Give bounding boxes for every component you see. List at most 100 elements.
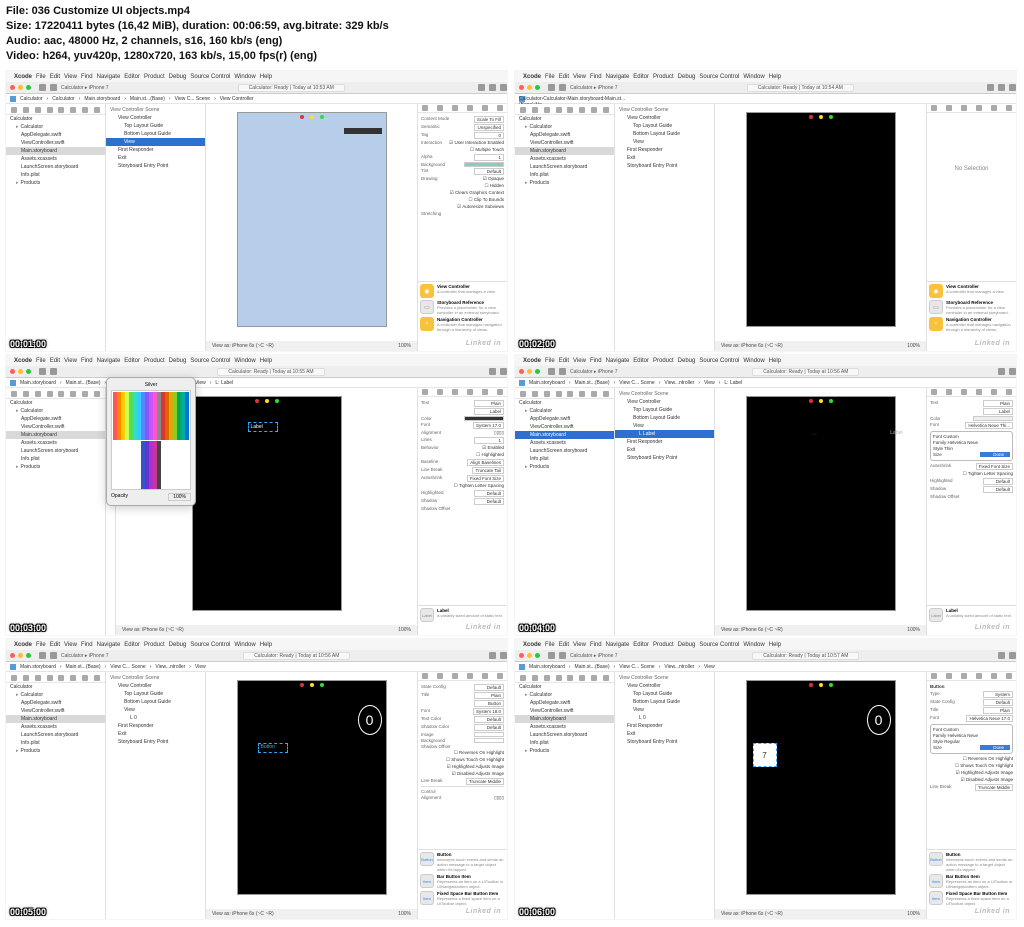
resize-handle[interactable]: ◦ ◦ ◦ [812,432,817,436]
minimize-icon[interactable] [527,369,532,374]
outline-item[interactable]: Storyboard Entry Point [615,162,714,170]
image-field[interactable] [474,732,504,737]
menu-window[interactable]: Window [234,74,255,80]
close-icon[interactable] [10,85,15,90]
color-well[interactable] [464,416,504,421]
tint-select[interactable]: Default [474,168,504,175]
dai-checkbox[interactable]: ☑ Disabled Adjusts Image [961,777,1013,783]
font-field[interactable]: Helvetica Neue Thi... [965,422,1013,429]
inspector-tab-icon[interactable] [961,105,967,111]
linebreak-select[interactable]: Truncate Tail [472,467,504,474]
scene-min-icon[interactable] [310,115,314,119]
outline-item[interactable]: First Responder [615,722,714,730]
nav-tab-icon[interactable] [47,107,53,113]
minimize-icon[interactable] [18,85,23,90]
nav-tab-icon[interactable] [23,107,29,113]
inspector-tab-icon[interactable] [467,673,473,679]
storyboard-canvas[interactable]: 0 7 View as: iPhone 6s (~C ~R)100% [715,672,926,919]
panel-toggle-icon[interactable] [500,84,507,91]
inspector-tab-icon[interactable] [991,105,997,111]
panel-toggle-icon[interactable] [1009,368,1016,375]
alignment-control[interactable]: ▯▯▯▯ [494,795,504,801]
run-button[interactable] [39,368,46,375]
inspector-tab-icon[interactable] [452,673,458,679]
nav-project[interactable]: Calculator [515,115,614,123]
text-field[interactable]: Label [474,408,504,415]
nav-tab-icon[interactable] [556,107,562,113]
shadow-color-select[interactable]: Default [474,724,504,731]
tls-checkbox[interactable]: ☐ Tighten Letter Spacing [454,483,504,489]
inspector-tab-icon[interactable] [946,673,952,679]
outline-scene[interactable]: View Controller Scene [615,106,714,114]
panel-toggle-icon[interactable] [500,368,507,375]
inspector-tab-icon[interactable] [467,389,473,395]
app-name[interactable]: Xcode [14,358,32,364]
nav-folder[interactable]: Products [6,463,105,471]
nav-tab-icon[interactable] [47,675,53,681]
zoom-label[interactable]: 100% [398,627,411,633]
nav-tab-icon[interactable] [603,107,609,113]
outline-item[interactable]: First Responder [615,146,714,154]
shadow-color[interactable]: Default [474,498,504,505]
nav-item[interactable]: LaunchScreen.storyboard [6,447,105,455]
outline-item[interactable]: Exit [615,730,714,738]
outline-item[interactable]: Bottom Layout Guide [615,130,714,138]
inspector-tab-icon[interactable] [991,673,997,679]
outline-item[interactable]: View [615,706,714,714]
scheme-selector[interactable]: Calculator ▸ iPhone 7 [61,85,109,91]
outline-item[interactable]: First Responder [106,146,205,154]
outline-item[interactable]: Bottom Layout Guide [615,414,714,422]
view-as-label[interactable]: View as: iPhone 6s (~C ~R) [721,627,783,633]
inspector-tab-icon[interactable] [452,389,458,395]
app-name[interactable]: Xcode [14,74,32,80]
zoom-icon[interactable] [535,85,540,90]
tls-checkbox[interactable]: ☐ Tighten Letter Spacing [963,471,1013,477]
pencil-swatch[interactable] [185,392,189,440]
nav-tab-icon[interactable] [58,391,64,397]
storyboard-canvas[interactable]: View as: iPhone 6s (~C ~R)100% [715,104,926,351]
editor-mode-icon[interactable] [478,84,485,91]
nav-tab-icon[interactable] [556,391,562,397]
nav-tab-icon[interactable] [82,675,88,681]
lib-item[interactable]: ◉View ControllerA controller that manage… [420,284,505,298]
lib-item[interactable]: LabelLabelA variably sized amount of sta… [420,608,505,622]
selected-button[interactable]: Button [258,743,288,753]
scene-zoom-icon[interactable] [320,115,324,119]
pencil-swatch[interactable] [157,441,161,489]
scene-close-icon[interactable] [809,115,813,119]
menu-debug[interactable]: Debug [169,74,187,80]
scheme-selector[interactable]: Calculator ▸ iPhone 7 [570,653,618,659]
state-select[interactable]: Default [474,684,504,691]
close-icon[interactable] [519,369,524,374]
nav-folder[interactable]: Products [6,747,105,755]
content-mode-select[interactable]: Scale To Fill [474,116,504,123]
outline-item[interactable]: First Responder [615,438,714,446]
nav-tab-icon[interactable] [567,391,573,397]
nav-item-selected[interactable]: Main.storyboard [6,715,105,723]
scene-zoom-icon[interactable] [829,115,833,119]
inspector-tab-icon[interactable] [946,105,952,111]
inspector-tab-icon[interactable] [497,105,503,111]
app-name[interactable]: Xcode [523,358,541,364]
done-button[interactable]: Done [980,452,1010,457]
lib-item[interactable]: LabelLabelA variably sized amount of sta… [929,608,1014,622]
font-custom-select[interactable]: Font Custom [933,727,1010,732]
scene-min-icon[interactable] [819,399,823,403]
bg-field[interactable] [474,738,504,743]
type-select[interactable]: System [983,691,1013,698]
outline-item[interactable]: Exit [615,154,714,162]
stop-button[interactable] [50,368,57,375]
nav-tab-icon[interactable] [567,107,573,113]
scheme-selector[interactable]: Calculator ▸ iPhone 7 [570,85,618,91]
text-type-select[interactable]: Plain [474,400,504,407]
nav-tab-icon[interactable] [11,391,17,397]
inspector-tab-icon[interactable] [437,389,443,395]
baseline-select[interactable]: Align Baselines [467,459,504,466]
outline-scene[interactable]: View Controller Scene [106,674,205,682]
panel-toggle-icon[interactable] [489,652,496,659]
crumb[interactable]: Main.st...(Base) [130,96,165,102]
semantic-select[interactable]: Unspecified [474,124,504,131]
menu-source-control[interactable]: Source Control [190,74,230,80]
selected-label[interactable]: Label [248,422,278,432]
storyboard-canvas[interactable]: 0 Button View as: iPhone 6s (~C ~R)100% [206,672,417,919]
